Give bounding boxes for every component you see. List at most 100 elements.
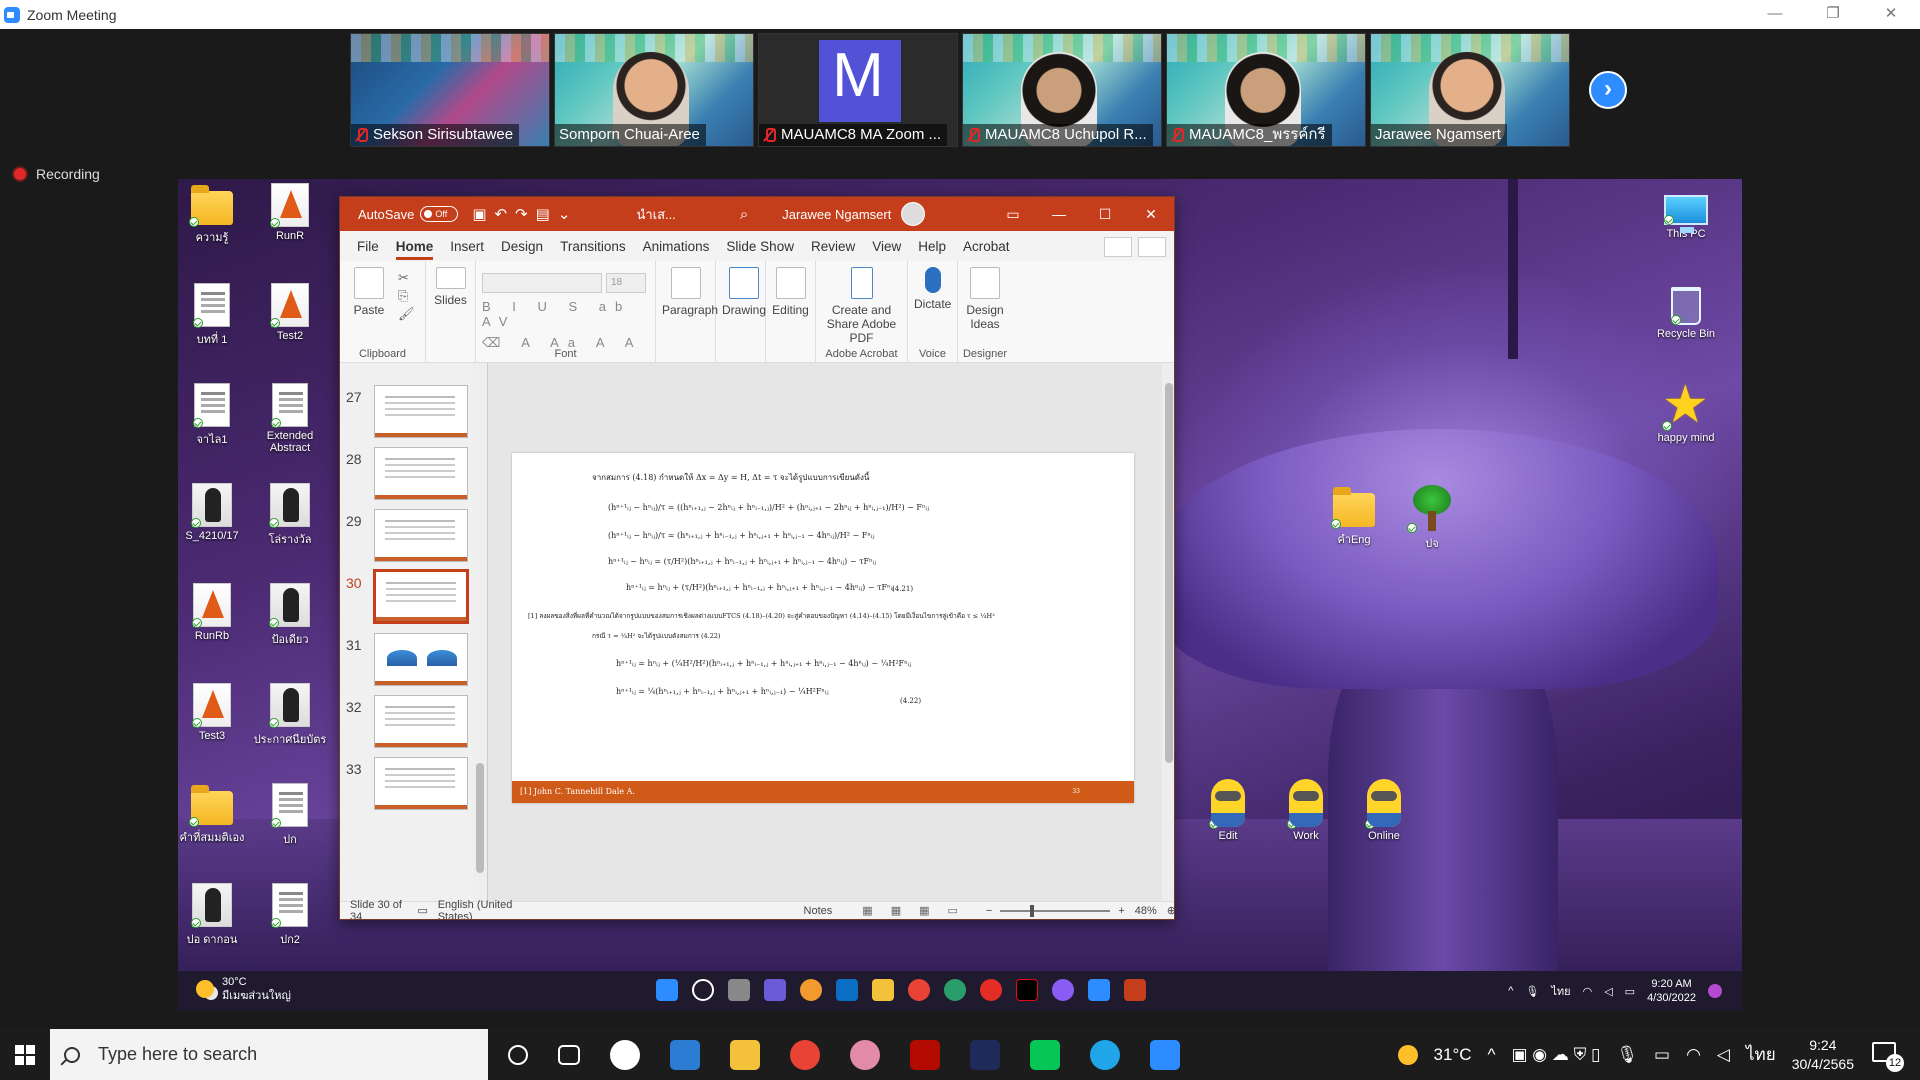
store-icon[interactable] (836, 979, 858, 1001)
desktop-icon[interactable]: ประกาศนียบัตร (252, 683, 328, 748)
desktop-icon[interactable]: คำEng (1316, 485, 1392, 548)
desktop-icon[interactable]: บทที่ 1 (178, 283, 250, 348)
desktop-icon[interactable]: RunR (252, 183, 328, 242)
word-icon[interactable] (970, 1039, 1000, 1070)
slide-thumbnail[interactable] (374, 633, 468, 686)
restore-button[interactable]: ❐ (1804, 0, 1862, 29)
font-format-buttons[interactable]: B I U S ab AV (482, 299, 649, 329)
chevron-up-icon[interactable]: ^ (1488, 1045, 1496, 1065)
search-input[interactable]: Type here to search (50, 1029, 488, 1080)
tab-design[interactable]: Design (501, 233, 543, 260)
close-button[interactable]: ✕ (1128, 197, 1174, 231)
search-icon[interactable]: ⌕ (740, 206, 748, 223)
user-name[interactable]: Jarawee Ngamsert (782, 207, 891, 222)
edge-icon[interactable] (944, 979, 966, 1001)
volume-icon[interactable]: ◁ (1717, 1045, 1730, 1065)
edge-icon[interactable] (1090, 1039, 1120, 1070)
desktop-icon[interactable]: Work (1268, 779, 1344, 842)
dell-icon[interactable] (610, 1039, 640, 1070)
chrome-icon[interactable] (790, 1039, 820, 1070)
chrome-icon[interactable] (908, 979, 930, 1001)
notes-button[interactable]: Notes (804, 905, 833, 917)
thumbnails-scrollbar[interactable] (473, 363, 487, 903)
snipping-icon[interactable] (850, 1039, 880, 1070)
netflix-icon[interactable] (1016, 979, 1038, 1001)
tab-file[interactable]: File (357, 233, 379, 260)
desktop-icon[interactable]: Recycle Bin (1648, 287, 1724, 340)
font-size-select[interactable]: 18 (606, 273, 646, 293)
desktop-icon[interactable]: ปก2 (252, 883, 328, 948)
file-explorer-icon[interactable] (872, 979, 894, 1001)
minimize-button[interactable]: — (1746, 0, 1804, 29)
weather-widget[interactable]: 30°C มีเมฆส่วนใหญ่ (196, 975, 291, 1003)
close-button[interactable]: ✕ (1862, 0, 1920, 29)
tab-home[interactable]: Home (395, 233, 434, 260)
acrobat-icon[interactable] (910, 1039, 940, 1070)
language-indicator[interactable]: English (United States) (438, 899, 534, 920)
microphone-icon[interactable]: 🎙 (1525, 985, 1539, 998)
app-icon[interactable] (800, 979, 822, 1001)
participant-tile[interactable]: Sekson Sirisubtawee (350, 33, 550, 147)
youtube-icon[interactable] (980, 979, 1002, 1001)
messenger-icon[interactable] (1052, 979, 1074, 1001)
autosave-toggle[interactable]: Off (420, 206, 459, 222)
notification-center-button[interactable]: 12 (1870, 1038, 1904, 1072)
battery-icon[interactable]: ▭ (1625, 985, 1635, 998)
document-name[interactable]: นำเส... (636, 204, 675, 225)
slide-thumbnail-active[interactable] (373, 569, 469, 624)
microphone-icon[interactable]: 🎙 (1616, 1045, 1638, 1065)
desktop-icon[interactable]: S_4210/17 (178, 483, 250, 542)
clock[interactable]: 9:24 30/4/2565 (1792, 1036, 1854, 1074)
participant-tile[interactable]: MAUAMC8_พรรค์กรี (1166, 33, 1366, 147)
quick-access-toolbar[interactable]: ▣↶↷▤⌄ (472, 205, 578, 223)
slide-thumbnail[interactable] (374, 509, 468, 562)
slide-thumbnail[interactable] (374, 757, 468, 810)
wifi-icon[interactable]: ◠ (1686, 1045, 1701, 1065)
notification-icon[interactable] (1708, 984, 1722, 998)
editor-scrollbar[interactable] (1162, 363, 1174, 903)
zoom-slider[interactable]: − + (986, 904, 1125, 917)
desktop-icon[interactable]: Extended Abstract (252, 383, 328, 454)
desktop-icon[interactable]: ปก (252, 783, 328, 848)
maximize-button[interactable]: ☐ (1082, 197, 1128, 231)
desktop-icon[interactable]: ปอ ดากอน (178, 883, 250, 948)
battery-icon[interactable]: ▭ (1654, 1045, 1670, 1065)
minimize-button[interactable]: — (1036, 197, 1082, 231)
desktop-icon[interactable]: จาไล1 (178, 383, 250, 448)
tab-insert[interactable]: Insert (450, 233, 484, 260)
chat-icon[interactable] (764, 979, 786, 1001)
recording-indicator[interactable]: Recording (14, 166, 100, 182)
start-button[interactable] (0, 1029, 50, 1080)
slide-canvas[interactable]: จากสมการ (4.18) กำหนดให้ Δx = Δy = H, Δt… (512, 453, 1134, 803)
font-name-select[interactable] (482, 273, 602, 293)
language-indicator[interactable]: ไทย (1551, 982, 1570, 1000)
clock[interactable]: 9:20 AM 4/30/2022 (1647, 977, 1696, 1005)
desktop-icon[interactable]: ปจ (1394, 485, 1470, 552)
powerpoint-icon[interactable] (1124, 979, 1146, 1001)
view-buttons[interactable]: ▦▦▦▭ (862, 904, 976, 917)
language-indicator[interactable]: ไทย (1746, 1041, 1776, 1068)
task-view-icon[interactable] (728, 979, 750, 1001)
desktop-icon[interactable]: Test3 (178, 683, 250, 742)
cortana-icon[interactable] (508, 1044, 528, 1065)
desktop-icon[interactable]: ป้อเดียว (252, 583, 328, 648)
participant-tile[interactable]: MAUAMC8 Uchupol R... (962, 33, 1162, 147)
comments-icon[interactable] (1104, 237, 1132, 257)
tray-apps-icon[interactable]: ▣ ◉ ☁ ⛨ ▯ (1512, 1045, 1601, 1065)
desktop-icon[interactable]: Edit (1190, 779, 1266, 842)
drawing-button[interactable]: Drawing (722, 267, 766, 363)
desktop-icon[interactable]: RunRb (178, 583, 250, 642)
editing-button[interactable]: Editing (772, 267, 809, 363)
fit-slide-icon[interactable]: ⊕ (1167, 904, 1174, 917)
ribbon-display-icon[interactable]: ▭ (990, 197, 1036, 231)
next-participants-button[interactable]: › (1589, 71, 1627, 109)
zoom-level[interactable]: 48% (1135, 905, 1157, 917)
wifi-icon[interactable]: ◠ (1583, 985, 1593, 998)
desktop-icon[interactable]: ความรู้ (178, 183, 250, 246)
temperature[interactable]: 31°C (1434, 1045, 1472, 1065)
participant-tile[interactable]: Jarawee Ngamsert (1370, 33, 1570, 147)
zoom-icon[interactable] (1088, 979, 1110, 1001)
search-icon[interactable] (692, 979, 714, 1001)
tab-view[interactable]: View (872, 233, 901, 260)
desktop-icon[interactable]: คำที่สมมติเอง (178, 783, 250, 846)
